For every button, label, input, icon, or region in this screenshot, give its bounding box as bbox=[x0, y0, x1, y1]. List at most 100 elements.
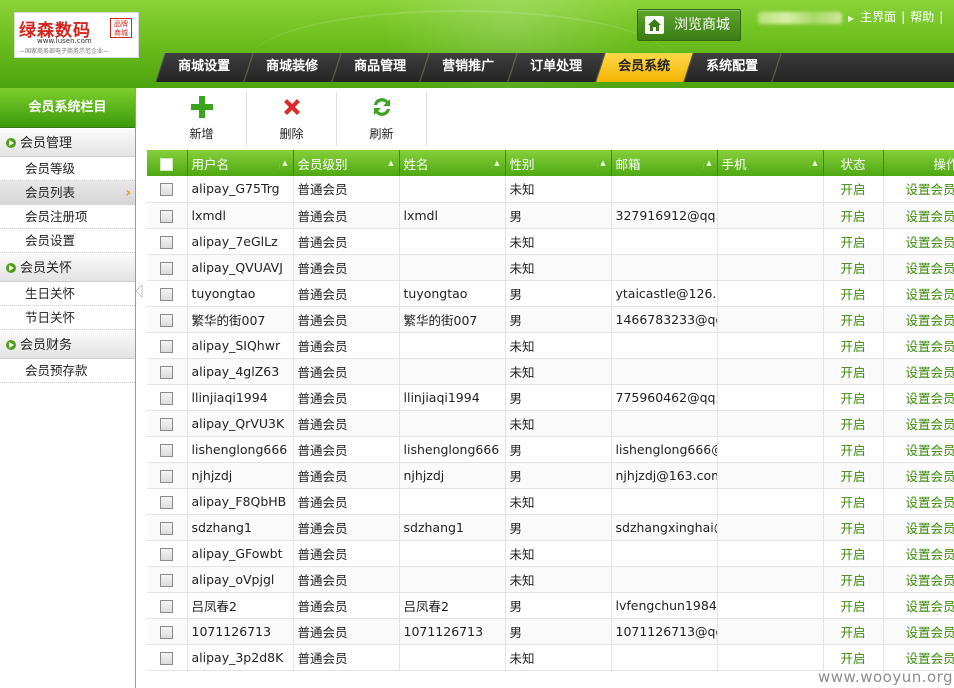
set-member-link[interactable]: 设置会员 bbox=[883, 618, 954, 645]
table-row[interactable]: 1071126713 普通会员 1071126713 男 1071126713@qq. 开… bbox=[147, 618, 954, 645]
tab-product-management[interactable]: 商品管理 bbox=[331, 53, 429, 82]
sidebar-item-member-settings[interactable]: 会员设置 bbox=[0, 229, 135, 253]
col-member-level[interactable]: 会员级别 ▲ bbox=[293, 150, 400, 176]
tab-system-config[interactable]: 系统配置 bbox=[683, 53, 781, 82]
set-member-link[interactable]: 设置会员 bbox=[883, 228, 954, 255]
set-member-link[interactable]: 设置会员 bbox=[883, 436, 954, 463]
sidebar-item-holiday-care[interactable]: 节日关怀 bbox=[0, 306, 135, 330]
cell-status[interactable]: 开启 bbox=[823, 358, 884, 385]
cell-status[interactable]: 开启 bbox=[823, 228, 884, 255]
table-row[interactable]: alipay_SIQhwr 普通会员 未知 开启 设置会员 bbox=[147, 332, 954, 359]
set-member-link[interactable]: 设置会员 bbox=[883, 358, 954, 385]
set-member-link[interactable]: 设置会员 bbox=[883, 644, 954, 671]
row-checkbox[interactable] bbox=[160, 651, 174, 665]
table-row[interactable]: 繁华的街007 普通会员 繁华的街007 男 1466783233@qq 开启 设置会员 bbox=[147, 306, 954, 333]
tab-store-decoration[interactable]: 商城装修 bbox=[243, 53, 341, 82]
col-mobile[interactable]: 手机 ▲ bbox=[717, 150, 824, 176]
cell-status[interactable]: 开启 bbox=[823, 280, 884, 307]
row-checkbox[interactable] bbox=[160, 339, 174, 353]
sidebar-item-member-levels[interactable]: 会员等级 bbox=[0, 157, 135, 181]
link-main[interactable]: 主界面 bbox=[860, 10, 896, 24]
sort-icon[interactable]: ▲ bbox=[490, 157, 503, 169]
set-member-link[interactable]: 设置会员 bbox=[883, 540, 954, 567]
sort-icon[interactable]: ▲ bbox=[808, 157, 821, 169]
row-checkbox[interactable] bbox=[160, 287, 174, 301]
delete-button[interactable]: 删除 bbox=[247, 92, 337, 146]
set-member-link[interactable]: 设置会员 bbox=[883, 254, 954, 281]
table-row[interactable]: alipay_G75Trg 普通会员 未知 开启 设置会员 bbox=[147, 176, 954, 203]
table-row[interactable]: alipay_GFowbt 普通会员 未知 开启 设置会员 bbox=[147, 540, 954, 567]
col-gender[interactable]: 性别 ▲ bbox=[505, 150, 612, 176]
cell-status[interactable]: 开启 bbox=[823, 462, 884, 489]
table-row[interactable]: alipay_QVUAVJ 普通会员 未知 开启 设置会员 bbox=[147, 254, 954, 281]
row-checkbox[interactable] bbox=[160, 235, 174, 249]
cell-status[interactable]: 开启 bbox=[823, 644, 884, 671]
set-member-link[interactable]: 设置会员 bbox=[883, 488, 954, 515]
sort-icon[interactable]: ▲ bbox=[278, 157, 291, 169]
col-username[interactable]: 用户名 ▲ bbox=[187, 150, 294, 176]
sidebar-item-registration-fields[interactable]: 会员注册项 bbox=[0, 205, 135, 229]
row-checkbox[interactable] bbox=[160, 495, 174, 509]
set-member-link[interactable]: 设置会员 bbox=[883, 566, 954, 593]
row-checkbox[interactable] bbox=[160, 209, 174, 223]
row-checkbox[interactable] bbox=[160, 521, 174, 535]
site-logo[interactable]: 绿森数码 品牌 商城 www.lusen.com —国家商务部电子商务示范企业— bbox=[14, 12, 139, 58]
col-email[interactable]: 邮箱 ▲ bbox=[611, 150, 718, 176]
table-row[interactable]: njhjzdj 普通会员 njhjzdj 男 njhjzdj@163.com 开启 设置会员 bbox=[147, 462, 954, 489]
table-row[interactable]: sdzhang1 普通会员 sdzhang1 男 sdzhangxinghai@ 开启 设置… bbox=[147, 514, 954, 541]
row-checkbox[interactable] bbox=[160, 365, 174, 379]
sort-icon[interactable]: ▲ bbox=[702, 157, 715, 169]
row-checkbox[interactable] bbox=[160, 625, 174, 639]
row-checkbox[interactable] bbox=[160, 313, 174, 327]
link-help[interactable]: 帮助 bbox=[910, 10, 934, 24]
set-member-link[interactable]: 设置会员 bbox=[883, 332, 954, 359]
table-row[interactable]: alipay_7eGlLz 普通会员 未知 开启 设置会员 bbox=[147, 228, 954, 255]
row-checkbox[interactable] bbox=[160, 573, 174, 587]
row-checkbox[interactable] bbox=[160, 183, 174, 197]
cell-status[interactable]: 开启 bbox=[823, 618, 884, 645]
tab-order-processing[interactable]: 订单处理 bbox=[507, 53, 605, 82]
set-member-link[interactable]: 设置会员 bbox=[883, 280, 954, 307]
row-checkbox[interactable] bbox=[160, 261, 174, 275]
cell-status[interactable]: 开启 bbox=[823, 488, 884, 515]
sort-icon[interactable]: ▲ bbox=[384, 157, 397, 169]
set-member-link[interactable]: 设置会员 bbox=[883, 462, 954, 489]
table-row[interactable]: 吕凤春2普通会员吕凤春2男lvfengchun1984@开启设置会员 bbox=[147, 592, 954, 619]
cell-status[interactable]: 开启 bbox=[823, 202, 884, 229]
cell-status[interactable]: 开启 bbox=[823, 384, 884, 411]
tab-member-system[interactable]: 会员系统 bbox=[595, 53, 693, 82]
cell-status[interactable]: 开启 bbox=[823, 254, 884, 281]
sidebar-group-member-care[interactable]: 会员关怀 bbox=[0, 253, 135, 282]
cell-status[interactable]: 开启 bbox=[823, 566, 884, 593]
sidebar-item-member-list[interactable]: 会员列表 › bbox=[0, 181, 135, 205]
row-checkbox[interactable] bbox=[160, 599, 174, 613]
set-member-link[interactable]: 设置会员 bbox=[883, 592, 954, 619]
set-member-link[interactable]: 设置会员 bbox=[883, 384, 954, 411]
sidebar-item-member-deposit[interactable]: 会员预存款 bbox=[0, 359, 135, 383]
browse-store-button[interactable]: 浏览商城 bbox=[637, 9, 741, 41]
cell-status[interactable]: 开启 bbox=[823, 592, 884, 619]
row-checkbox[interactable] bbox=[160, 391, 174, 405]
table-row[interactable]: alipay_F8QbHB 普通会员 未知 开启 设置会员 bbox=[147, 488, 954, 515]
cell-status[interactable]: 开启 bbox=[823, 306, 884, 333]
table-row[interactable]: alipay_oVpjgl 普通会员 未知 开启 设置会员 bbox=[147, 566, 954, 593]
row-checkbox[interactable] bbox=[160, 443, 174, 457]
cell-status[interactable]: 开启 bbox=[823, 176, 884, 203]
tab-marketing[interactable]: 营销推广 bbox=[419, 53, 517, 82]
row-checkbox[interactable] bbox=[160, 469, 174, 483]
set-member-link[interactable]: 设置会员 bbox=[883, 306, 954, 333]
table-row[interactable]: alipay_QrVU3K 普通会员 未知 开启 设置会员 bbox=[147, 410, 954, 437]
cell-status[interactable]: 开启 bbox=[823, 332, 884, 359]
sidebar-item-birthday-care[interactable]: 生日关怀 bbox=[0, 282, 135, 306]
set-member-link[interactable]: 设置会员 bbox=[883, 202, 954, 229]
sort-icon[interactable]: ▲ bbox=[596, 157, 609, 169]
refresh-button[interactable]: 刷新 bbox=[337, 92, 427, 146]
table-row[interactable]: tuyongtao普通会员tuyongtao男ytaicastle@126.cc… bbox=[147, 280, 954, 307]
set-member-link[interactable]: 设置会员 bbox=[883, 410, 954, 437]
select-all-checkbox[interactable] bbox=[160, 157, 174, 171]
table-row[interactable]: lxmdl 普通会员 lxmdl 男 327916912@qq.c 开启 设置会员 bbox=[147, 202, 954, 229]
table-row[interactable]: alipay_4glZ63 普通会员 未知 开启 设置会员 bbox=[147, 358, 954, 385]
set-member-link[interactable]: 设置会员 bbox=[883, 176, 954, 203]
table-row[interactable]: llinjiaqi1994 普通会员 llinjiaqi1994 男 775960462… bbox=[147, 384, 954, 411]
table-row[interactable]: alipay_3p2d8K 普通会员 未知 开启 设置会员 bbox=[147, 644, 954, 671]
